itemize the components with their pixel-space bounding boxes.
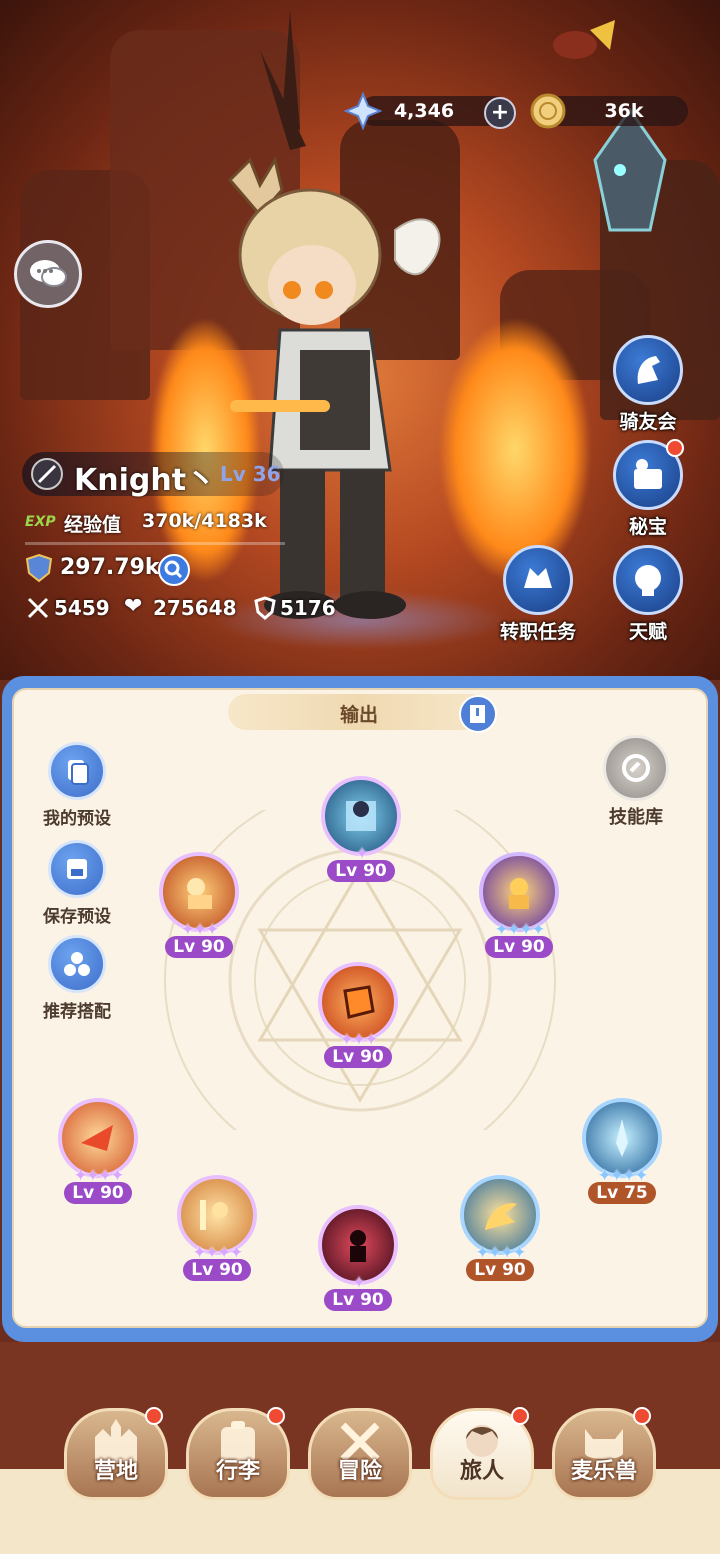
skill-slot-top[interactable]: ✦ Lv 90 — [319, 776, 403, 882]
nav-adventure[interactable]: 冒险 — [308, 1408, 412, 1500]
treasure-chest-icon — [634, 459, 662, 489]
preset-cards-icon — [68, 760, 89, 785]
golden-swordsman-skill-icon — [200, 1200, 228, 1230]
skill-library-label: 技能库 — [609, 807, 663, 828]
power-value: 297.79k — [60, 555, 160, 580]
brain-icon — [635, 565, 661, 596]
wind-claw-skill-icon — [485, 1203, 517, 1230]
my-presets-button[interactable]: 我的预设 — [22, 742, 132, 829]
skill-slot-bottom-left-2[interactable]: ✦✦✦✦ Lv 90 — [175, 1175, 259, 1281]
character-name: Knight丶 — [74, 463, 217, 498]
defense-value: 5176 — [280, 596, 336, 620]
power-shield-icon — [25, 553, 53, 583]
exp-bar — [25, 542, 285, 545]
exp-label: 经验值 — [64, 514, 122, 536]
nav-bag[interactable]: 行李 — [186, 1407, 290, 1500]
fire-rock-skill-icon — [343, 985, 375, 1019]
skill-slot-right[interactable]: ✦✦✦✦ Lv 90 — [477, 852, 561, 958]
riders-club-button[interactable]: 骑友会 — [613, 335, 683, 434]
golden-spirit-skill-icon — [509, 878, 529, 909]
job-quest-button[interactable]: 转职任务 — [498, 545, 578, 644]
power-details-button[interactable] — [158, 554, 190, 586]
flying-creature-icon — [553, 20, 615, 59]
notification-dot — [666, 439, 684, 457]
talent-button[interactable]: 天赋 — [613, 545, 683, 644]
save-preset-button[interactable]: 保存预设 — [22, 840, 132, 927]
attack-icon — [27, 597, 49, 619]
nav-pets[interactable]: 麦乐兽 — [552, 1407, 656, 1500]
book-icon — [470, 705, 485, 723]
notification-dot — [267, 1407, 285, 1425]
skill-slot-bottom-center[interactable]: ✦ Lv 90 — [316, 1205, 400, 1311]
defense-icon — [254, 596, 276, 620]
skill-slot-bottom-right-2[interactable]: ✦✦✦✦ Lv 90 — [458, 1175, 542, 1281]
ice-sword-skill-icon — [616, 1119, 628, 1157]
hp-value: 275648 — [153, 596, 237, 620]
notification-dot — [145, 1407, 163, 1425]
ice-cube-skill-icon — [346, 801, 376, 831]
magnifier-icon — [164, 560, 183, 579]
chat-icon — [30, 260, 67, 287]
recommended-build-button[interactable]: 推荐搭配 — [22, 935, 132, 1022]
build-info-button[interactable] — [459, 695, 497, 733]
horse-icon — [637, 356, 660, 384]
skill-slot-bottom-left-1[interactable]: ✦✦✦✦ Lv 90 — [56, 1098, 140, 1204]
coin-icon — [530, 93, 566, 129]
skill-slot-center[interactable]: ✦✦✦ Lv 90 — [316, 962, 400, 1068]
chat-button[interactable] — [14, 240, 82, 308]
exp-value: 370k/4183k — [142, 510, 267, 532]
save-disk-icon — [67, 859, 87, 879]
recommend-icon — [64, 952, 90, 976]
notification-dot — [633, 1407, 651, 1425]
add-gems-button[interactable]: + — [484, 97, 516, 129]
slash-fist-skill-icon — [81, 1125, 113, 1151]
skill-library-button[interactable]: 技能库 — [596, 735, 676, 829]
build-tab-label: 输出 — [339, 704, 378, 726]
skill-slot-bottom-right-1[interactable]: ✦✦✦✦ Lv 75 — [580, 1098, 664, 1204]
skill-slot-left[interactable]: ✦✦✦ Lv 90 — [157, 852, 241, 958]
beast-mask-icon — [524, 568, 552, 588]
gem-icon — [344, 92, 382, 130]
character-level: Lv 36 — [220, 462, 281, 486]
nav-camp[interactable]: 营地 — [64, 1407, 168, 1500]
notification-dot — [511, 1407, 529, 1425]
nav-traveler[interactable]: 旅人 — [430, 1407, 534, 1500]
class-sword-icon — [31, 458, 63, 490]
exp-tag: EXP — [25, 514, 56, 530]
hp-heart-icon: ❤ — [124, 594, 143, 619]
treasure-button[interactable]: 秘宝 — [613, 439, 684, 539]
attack-value: 5459 — [54, 596, 110, 620]
fire-warrior-skill-icon — [187, 878, 212, 909]
skill-library-icon — [622, 754, 650, 782]
shadow-demon-skill-icon — [350, 1230, 366, 1262]
